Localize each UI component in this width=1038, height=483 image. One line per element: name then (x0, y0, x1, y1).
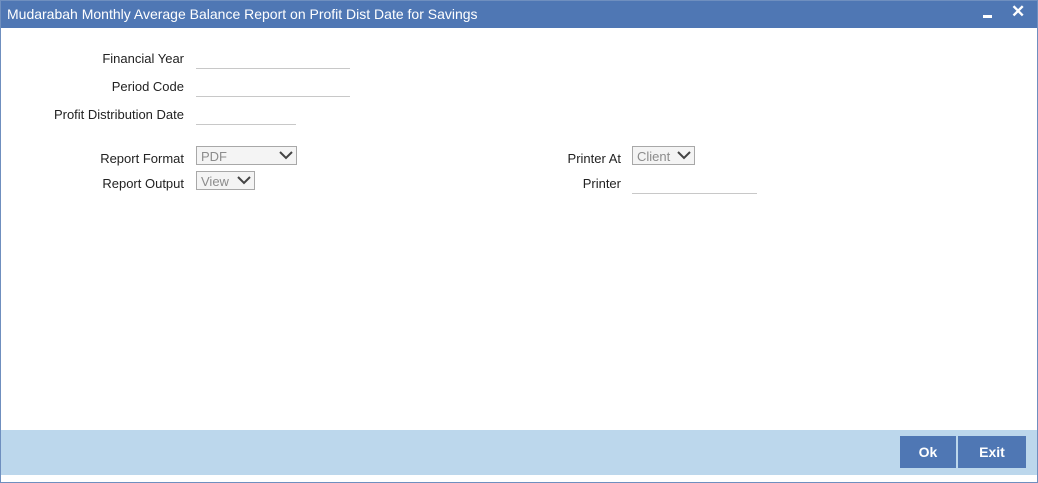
report-format-label: Report Format (100, 151, 184, 166)
window-title: Mudarabah Monthly Average Balance Report… (7, 6, 478, 22)
report-window: Mudarabah Monthly Average Balance Report… (0, 0, 1038, 483)
period-code-label: Period Code (111, 79, 184, 94)
printer-label: Printer (582, 176, 621, 191)
close-icon[interactable]: ✕ (1011, 2, 1025, 22)
printer-field[interactable] (632, 176, 757, 194)
report-format-value: PDF (201, 149, 227, 164)
financial-year-label: Financial Year (102, 51, 184, 66)
profit-distribution-date-label: Profit Distribution Date (53, 107, 184, 122)
period-code-field[interactable] (196, 79, 350, 97)
report-format-select[interactable]: PDF (196, 146, 297, 165)
chevron-down-icon (279, 151, 293, 160)
profit-distribution-date-field[interactable] (196, 107, 296, 125)
report-output-select[interactable]: View (196, 171, 255, 190)
printer-at-value: Client (637, 149, 671, 164)
report-output-value: View (201, 174, 229, 189)
report-output-label: Report Output (102, 176, 184, 191)
title-bar: Mudarabah Monthly Average Balance Report… (1, 1, 1037, 28)
chevron-down-icon (237, 176, 251, 185)
financial-year-field[interactable] (196, 51, 350, 69)
printer-at-label: Printer At (567, 151, 621, 166)
chevron-down-icon (677, 151, 691, 160)
exit-button[interactable]: Exit (958, 436, 1026, 468)
footer-bar: Ok Exit (1, 430, 1037, 475)
printer-at-select[interactable]: Client (632, 146, 695, 165)
minimize-icon[interactable] (981, 5, 993, 21)
ok-button[interactable]: Ok (900, 436, 956, 468)
